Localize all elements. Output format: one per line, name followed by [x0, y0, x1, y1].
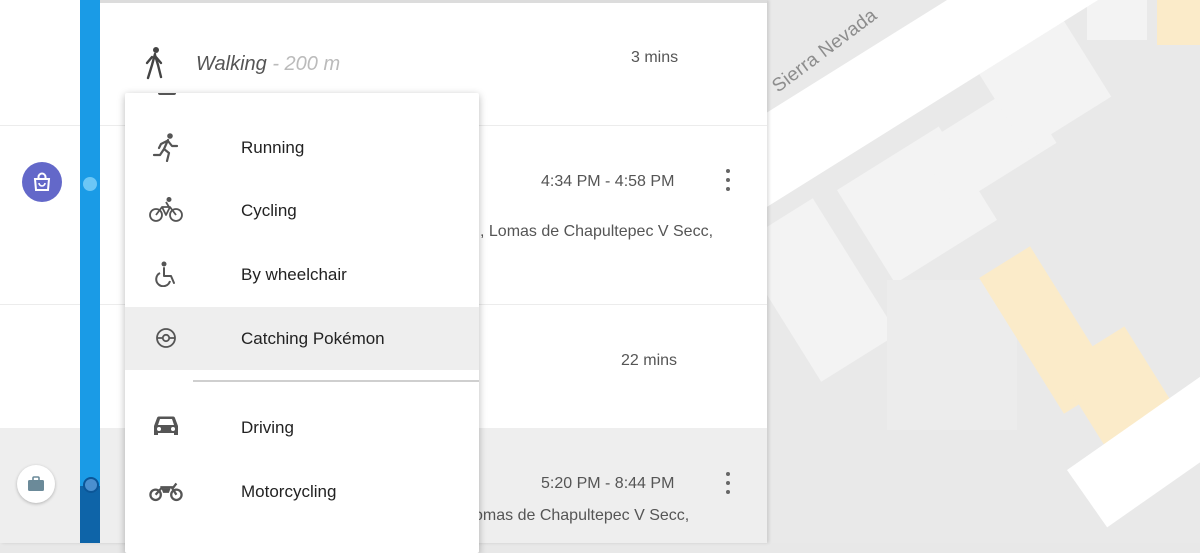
activity-duration: 3 mins [631, 49, 679, 66]
car-icon [149, 410, 183, 444]
walking-icon [145, 47, 163, 80]
menu-divider [193, 380, 479, 382]
menu-item-running[interactable]: Running [125, 116, 479, 179]
bicycle-icon [149, 193, 183, 227]
activity-duration: 22 mins [621, 352, 678, 369]
shopping-bag-icon[interactable] [22, 162, 62, 202]
wheelchair-icon [149, 257, 183, 291]
menu-item-motorcycling[interactable]: Motorcycling [125, 460, 479, 523]
visit-address: , Lomas de Chapultepec V Secc, [480, 223, 714, 240]
timeline-rail-active [80, 486, 100, 543]
menu-item-pokemon[interactable]: Catching Pokémon [125, 307, 479, 370]
visit-time-range: 4:34 PM - 4:58 PM [541, 173, 675, 190]
more-options-button[interactable] [718, 468, 738, 498]
menu-item-label: Catching Pokémon [241, 328, 385, 348]
partial-icon [158, 93, 176, 95]
menu-item-label: By wheelchair [241, 264, 347, 284]
divider [100, 0, 767, 3]
map-building [1087, 0, 1147, 40]
menu-item-label: Running [241, 137, 305, 157]
menu-item-wheelchair[interactable]: By wheelchair [125, 243, 479, 306]
map-view[interactable] [767, 0, 1200, 543]
menu-item-cycling[interactable]: Cycling [125, 179, 479, 242]
map-building [1157, 0, 1200, 45]
menu-item-driving[interactable]: Driving [125, 396, 479, 459]
visit-time-range: 5:20 PM - 8:44 PM [541, 475, 675, 492]
pokeball-icon [149, 321, 183, 355]
visit-address: omas de Chapultepec V Secc, [474, 507, 690, 524]
timeline-node [83, 477, 99, 493]
timeline-node [83, 177, 97, 191]
menu-item-label: Cycling [241, 200, 297, 220]
more-options-button[interactable] [718, 165, 738, 195]
menu-item-label: Driving [241, 417, 294, 437]
running-icon [149, 130, 183, 164]
menu-item-label: Motorcycling [241, 481, 337, 501]
activity-label[interactable]: Walking - 200 m [196, 53, 340, 76]
activity-mode[interactable]: Walking [196, 53, 267, 75]
activity-type-menu: Running Cycling By wheelchair Catching P… [125, 93, 479, 553]
timeline-rail [80, 0, 100, 543]
activity-distance: - 200 m [272, 53, 341, 75]
motorcycle-icon [149, 474, 183, 508]
briefcase-icon[interactable] [17, 465, 55, 503]
